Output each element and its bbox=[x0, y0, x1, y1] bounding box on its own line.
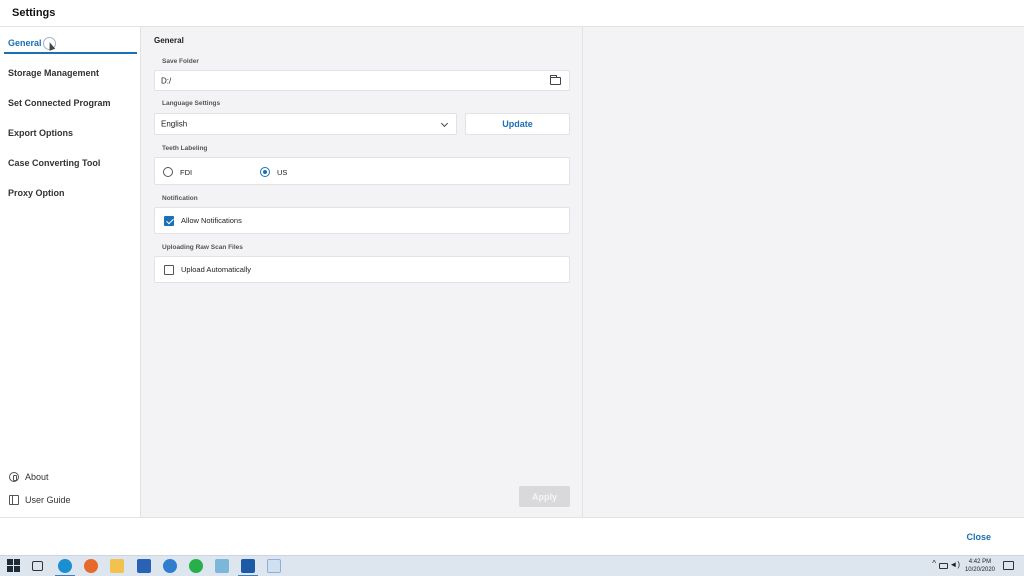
chevron-down-icon bbox=[440, 119, 449, 128]
clock-date: 10/20/2020 bbox=[964, 567, 995, 573]
allow-notifications-label: Allow Notifications bbox=[181, 216, 242, 225]
clock[interactable]: 4:42 PM 10/20/2020 bbox=[965, 558, 995, 574]
window-title: Settings bbox=[12, 7, 56, 19]
radio-fdi[interactable] bbox=[163, 167, 173, 177]
windows-taskbar: ^ ◄) 4:42 PM 10/20/2020 bbox=[0, 555, 1024, 576]
settings-app-icon[interactable] bbox=[241, 559, 255, 573]
chevron-up-icon[interactable]: ^ bbox=[932, 559, 936, 568]
mail-icon[interactable] bbox=[137, 559, 151, 573]
battery-icon[interactable] bbox=[939, 563, 948, 569]
app-window-icon[interactable] bbox=[267, 559, 281, 573]
user-guide-label: User Guide bbox=[25, 495, 71, 505]
notification-group: Allow Notifications bbox=[154, 207, 570, 234]
about-link[interactable]: About bbox=[9, 472, 49, 482]
teamviewer-icon[interactable] bbox=[163, 559, 177, 573]
radio-us[interactable] bbox=[260, 167, 270, 177]
task-view-icon[interactable] bbox=[32, 561, 43, 571]
upload-automatically-label: Upload Automatically bbox=[181, 265, 252, 274]
save-folder-value: D:/ bbox=[161, 76, 172, 85]
language-select[interactable]: English bbox=[154, 113, 457, 135]
book-icon bbox=[9, 495, 19, 505]
sidebar-item-storage-management[interactable]: Storage Management bbox=[8, 68, 99, 78]
upload-automatically-checkbox[interactable] bbox=[164, 265, 174, 275]
update-button[interactable]: Update bbox=[465, 113, 570, 135]
uploading-group: Upload Automatically bbox=[154, 256, 570, 283]
about-label: About bbox=[25, 472, 49, 482]
title-bar: Settings bbox=[0, 0, 1024, 27]
windows-start-icon[interactable] bbox=[7, 559, 21, 573]
edge-browser-icon[interactable] bbox=[58, 559, 72, 573]
language-settings-label: Language Settings bbox=[162, 100, 221, 107]
teeth-labeling-label: Teeth Labeling bbox=[162, 145, 208, 152]
sidebar-item-set-connected-program[interactable]: Set Connected Program bbox=[8, 98, 111, 108]
sidebar-item-general[interactable]: General bbox=[8, 38, 42, 48]
radio-us-label: US bbox=[277, 168, 288, 177]
clock-time: 4:42 PM bbox=[968, 559, 992, 565]
folder-icon[interactable] bbox=[550, 75, 561, 85]
active-tab-indicator bbox=[4, 52, 137, 54]
general-settings-panel: General Save Folder D:/ Language Setting… bbox=[141, 27, 583, 517]
file-explorer-icon[interactable] bbox=[110, 559, 124, 573]
firefox-icon[interactable] bbox=[84, 559, 98, 573]
sidebar-item-case-converting-tool[interactable]: Case Converting Tool bbox=[8, 158, 100, 168]
sidebar: General Storage Management Set Connected… bbox=[0, 27, 141, 517]
uploading-raw-scan-files-label: Uploading Raw Scan Files bbox=[162, 244, 243, 251]
teeth-labeling-group: FDI US bbox=[154, 157, 570, 185]
whatsapp-icon[interactable] bbox=[189, 559, 203, 573]
notification-label: Notification bbox=[162, 195, 198, 202]
notification-center-icon[interactable] bbox=[1003, 561, 1014, 570]
language-selected-value: English bbox=[161, 119, 188, 129]
shield-icon bbox=[9, 472, 19, 482]
sidebar-item-proxy-option[interactable]: Proxy Option bbox=[8, 188, 65, 198]
allow-notifications-checkbox[interactable] bbox=[164, 216, 174, 226]
apply-button[interactable]: Apply bbox=[519, 486, 570, 507]
radio-fdi-label: FDI bbox=[180, 168, 193, 177]
volume-icon[interactable]: ◄) bbox=[949, 560, 960, 569]
user-guide-link[interactable]: User Guide bbox=[9, 495, 71, 505]
save-folder-label: Save Folder bbox=[162, 58, 199, 65]
dialog-footer: Close bbox=[0, 517, 1024, 555]
right-pane bbox=[583, 27, 1024, 517]
sidebar-item-export-options[interactable]: Export Options bbox=[8, 128, 73, 138]
close-button[interactable]: Close bbox=[966, 532, 991, 542]
scanner-app-icon[interactable] bbox=[215, 559, 229, 573]
section-title: General bbox=[154, 36, 184, 45]
save-folder-field[interactable]: D:/ bbox=[154, 70, 570, 91]
